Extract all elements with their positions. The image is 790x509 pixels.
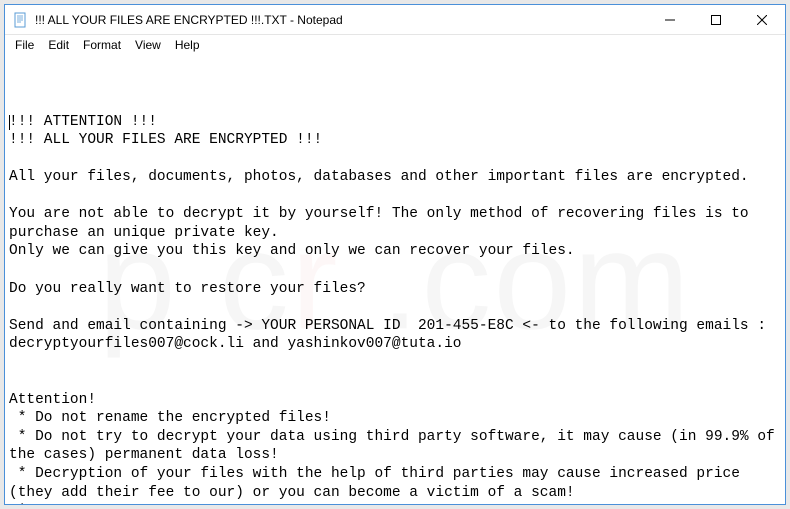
menu-file[interactable]: File — [9, 37, 40, 53]
maximize-button[interactable] — [693, 5, 739, 34]
menu-edit[interactable]: Edit — [42, 37, 75, 53]
text-area[interactable]: p cr .com !!! ATTENTION !!! !!! ALL YOUR… — [5, 55, 785, 504]
close-button[interactable] — [739, 5, 785, 34]
notepad-icon — [13, 12, 29, 28]
notepad-window: !!! ALL YOUR FILES ARE ENCRYPTED !!!.TXT… — [4, 4, 786, 505]
menu-help[interactable]: Help — [169, 37, 206, 53]
menu-view[interactable]: View — [129, 37, 167, 53]
document-body: !!! ATTENTION !!! !!! ALL YOUR FILES ARE… — [9, 114, 783, 504]
window-title: !!! ALL YOUR FILES ARE ENCRYPTED !!!.TXT… — [35, 13, 647, 27]
minimize-button[interactable] — [647, 5, 693, 34]
menubar: File Edit Format View Help — [5, 35, 785, 55]
menu-format[interactable]: Format — [77, 37, 127, 53]
window-controls — [647, 5, 785, 34]
titlebar: !!! ALL YOUR FILES ARE ENCRYPTED !!!.TXT… — [5, 5, 785, 35]
